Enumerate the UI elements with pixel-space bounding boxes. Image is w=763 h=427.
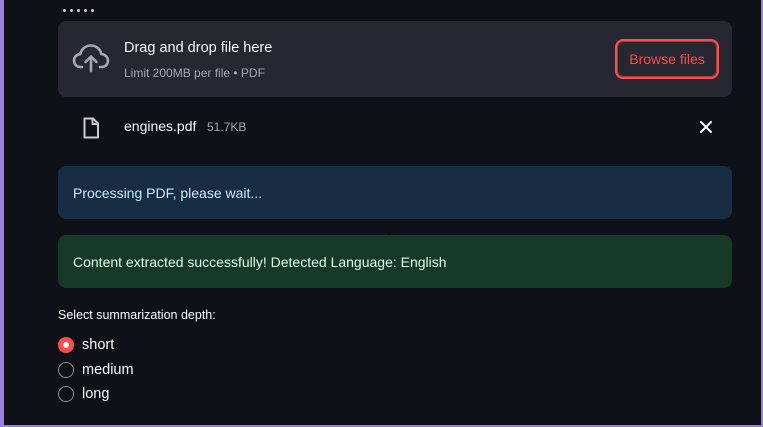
uploaded-file-row: engines.pdf 51.7KB xyxy=(58,108,732,148)
file-size: 51.7KB xyxy=(207,120,247,134)
radio-option-long[interactable]: long xyxy=(58,382,358,407)
info-alert: Processing PDF, please wait... xyxy=(58,166,732,219)
top-dots xyxy=(63,9,103,13)
file-dropzone[interactable]: Drag and drop file here Limit 200MB per … xyxy=(58,21,732,97)
cloud-upload-icon xyxy=(72,44,110,73)
dropzone-limit-text: Limit 200MB per file • PDF xyxy=(124,66,265,80)
app-main: Drag and drop file here Limit 200MB per … xyxy=(11,0,761,423)
radio-option-label: long xyxy=(82,386,110,403)
file-icon xyxy=(83,117,99,139)
radio-unselected-icon[interactable] xyxy=(58,386,74,403)
close-icon[interactable] xyxy=(699,120,713,134)
radio-option-label: medium xyxy=(82,361,134,378)
radio-unselected-icon[interactable] xyxy=(58,361,74,378)
radio-option-label: short xyxy=(82,337,115,354)
success-alert: Content extracted successfully! Detected… xyxy=(58,235,732,288)
browse-files-button[interactable]: Browse files xyxy=(615,39,719,79)
radio-option-medium[interactable]: medium xyxy=(58,358,358,383)
dropzone-title: Drag and drop file here xyxy=(124,40,273,56)
depth-label: Select summarization depth: xyxy=(58,308,216,322)
app-frame: Drag and drop file here Limit 200MB per … xyxy=(0,0,763,427)
depth-radio-group: short medium long xyxy=(58,333,358,407)
radio-option-short[interactable]: short xyxy=(58,333,358,358)
file-name: engines.pdf xyxy=(124,118,197,134)
radio-selected-icon[interactable] xyxy=(58,337,74,354)
